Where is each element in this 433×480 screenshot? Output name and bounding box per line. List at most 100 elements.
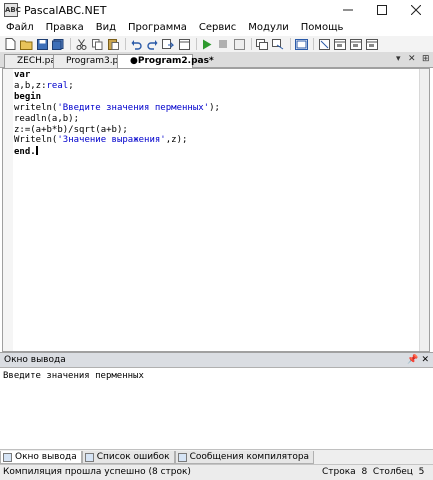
toolbar-separator (313, 38, 314, 50)
editor-gutter (3, 69, 13, 351)
editor-scrollbar[interactable] (419, 69, 429, 351)
code-token: end. (14, 147, 36, 158)
tool4-icon (366, 38, 378, 50)
close-panel-icon[interactable]: ✕ (421, 355, 429, 365)
maximize-button[interactable] (365, 0, 399, 20)
paste-button[interactable] (106, 38, 120, 50)
code-line[interactable]: a,b,z:real; (14, 81, 220, 92)
stop-icon (219, 40, 227, 48)
minimize-button[interactable] (331, 0, 365, 20)
code-token: var (14, 70, 31, 80)
tool-icon (318, 38, 330, 50)
cut-icon (76, 38, 86, 50)
redo-icon (146, 39, 157, 50)
code-token: z:=(a+b*b)/sqrt(a+b); (14, 124, 128, 135)
undo-icon (131, 39, 142, 50)
copy-icon (91, 38, 102, 50)
copy-button[interactable] (90, 38, 104, 50)
tab-program3[interactable]: Program3.pas* (53, 54, 133, 68)
menu-program[interactable]: Программа (122, 20, 193, 36)
code-token: real (46, 80, 69, 91)
maximize-icon (377, 5, 387, 15)
code-content[interactable]: var a,b,z:real; begin writeln('Введите знач… (14, 70, 220, 158)
tab-zech[interactable]: ZECH.pas (4, 54, 61, 68)
menu-view[interactable]: Вид (90, 20, 122, 36)
undo-button[interactable] (129, 38, 143, 50)
menu-edit[interactable]: Правка (40, 20, 90, 36)
debug-button[interactable] (255, 38, 269, 50)
tool2-button[interactable] (333, 38, 347, 50)
menu-service[interactable]: Сервис (193, 20, 242, 36)
tab-output-window[interactable]: Окно вывода (0, 451, 82, 464)
close-button[interactable] (399, 0, 433, 20)
pin-panel-icon[interactable]: 📌 (407, 355, 418, 365)
tab-list-icon[interactable]: ▾ (396, 54, 401, 64)
output-panel-controls: 📌 ✕ (407, 353, 429, 367)
tab-error-list[interactable]: Список ошибок (81, 451, 175, 464)
debug2-icon (272, 38, 284, 49)
code-editor[interactable]: var a,b,z:real; begin writeln('Введите знач… (2, 68, 430, 352)
compiler-messages-icon (177, 452, 187, 462)
toolbar-separator (251, 38, 252, 50)
code-line[interactable]: readln(a,b); (14, 114, 220, 125)
cut-button[interactable] (74, 38, 88, 50)
open-button[interactable] (19, 38, 33, 50)
save-all-button[interactable] (51, 38, 65, 50)
debug2-button[interactable] (271, 38, 285, 50)
tool3-button[interactable] (349, 38, 363, 50)
window-icon (178, 38, 190, 50)
code-token: 'Введите значения перменных' (57, 102, 210, 113)
redo-button[interactable] (145, 38, 159, 50)
toggle-output-button[interactable] (294, 38, 308, 50)
step-button[interactable] (232, 38, 246, 50)
menu-bar: Файл Правка Вид Программа Сервис Модули … (0, 20, 433, 36)
close-tab-icon[interactable]: ✕ (408, 54, 416, 64)
text-caret (35, 146, 38, 156)
stop-button[interactable] (216, 38, 230, 50)
tab-program2[interactable]: ●Program2.pas* (117, 54, 214, 69)
code-line[interactable]: end. (14, 146, 220, 158)
tool-button[interactable] (317, 38, 331, 50)
menu-modules[interactable]: Модули (242, 20, 294, 36)
save-icon (36, 38, 48, 50)
status-bar: Компиляция прошла успешно (8 строк) Стро… (0, 464, 433, 480)
code-line[interactable]: begin (14, 92, 220, 103)
toolbar-separator (70, 38, 71, 50)
toolbar (0, 36, 433, 52)
close-icon (411, 5, 421, 15)
run-button[interactable] (200, 38, 214, 50)
paste-icon (107, 39, 119, 50)
pin-icon[interactable]: ⊞ (422, 54, 430, 64)
editor-tab-bar: ZECH.pas Program3.pas* ●Program2.pas* ▾ … (0, 52, 433, 69)
column-label: Столбец (372, 467, 413, 477)
code-token: ; (68, 80, 74, 91)
output-window-icon (3, 452, 12, 462)
new-file-button[interactable] (3, 38, 17, 50)
title-bar: ABC PascalABC.NET (0, 0, 433, 20)
code-token: begin (14, 91, 42, 102)
menu-help[interactable]: Помощь (295, 20, 350, 36)
toolbar-separator (125, 38, 126, 50)
cursor-position: Строка 8 Столбец 5 (322, 465, 424, 480)
line-value: 8 (361, 467, 368, 477)
code-token: writeln( (14, 102, 58, 113)
save-button[interactable] (35, 38, 49, 50)
code-line[interactable]: var (14, 70, 220, 81)
save-all-icon (52, 38, 64, 50)
code-line[interactable]: writeln('Введите значения перменных'); (14, 103, 220, 114)
compile-button[interactable] (161, 38, 175, 50)
code-token: readln(a,b); (14, 113, 80, 124)
new-window-button[interactable] (177, 38, 191, 50)
menu-file[interactable]: Файл (0, 20, 40, 36)
code-token: ); (209, 102, 220, 113)
window-title: PascalABC.NET (24, 3, 107, 17)
output-panel-title: Окно вывода (4, 355, 66, 365)
pascalabc-app-icon: ABC (4, 3, 21, 17)
debug-icon (256, 38, 268, 50)
tab-compiler-messages[interactable]: Сообщения компилятора (174, 451, 315, 464)
output-area[interactable]: Введите значения перменных (0, 368, 433, 450)
code-line[interactable]: z:=(a+b*b)/sqrt(a+b); (14, 125, 220, 136)
code-line[interactable]: Writeln('Значение выражения',z); (14, 135, 220, 146)
tool4-button[interactable] (365, 38, 379, 50)
code-token: a,b,z: (14, 80, 47, 91)
